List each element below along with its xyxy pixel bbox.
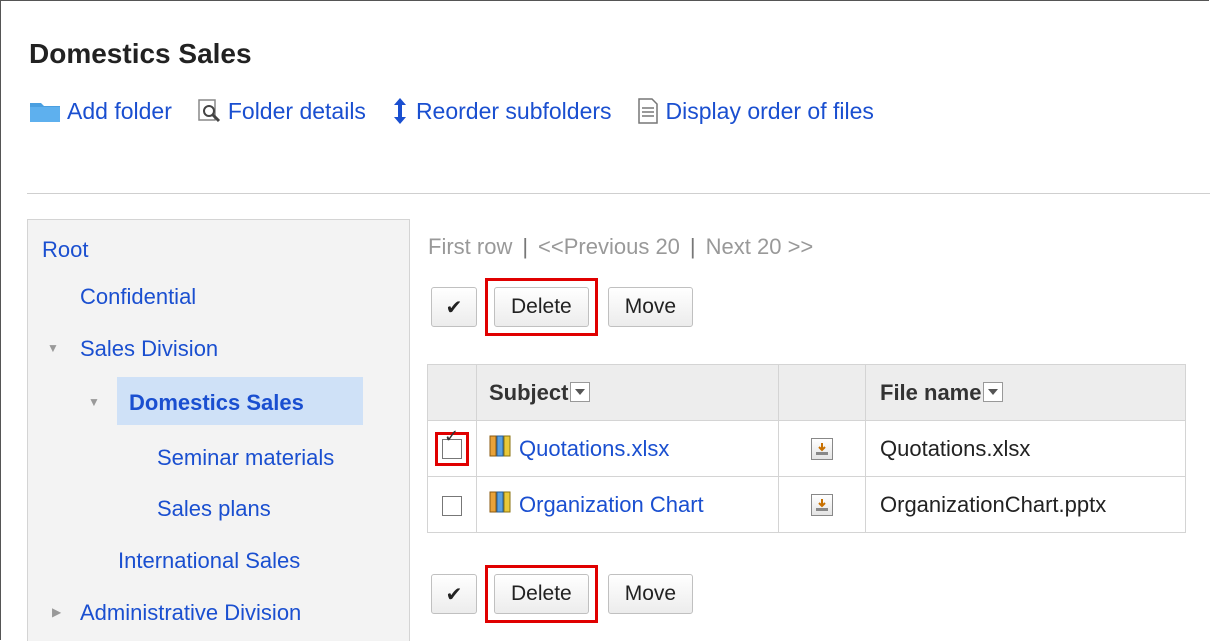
pager-separator: |	[689, 234, 696, 259]
download-icon[interactable]	[811, 493, 833, 516]
expand-down-icon[interactable]: ▼	[47, 341, 59, 355]
folder-icon	[29, 99, 61, 123]
tree-item-sales-division[interactable]: Sales Division	[80, 336, 218, 362]
row-check-cell	[427, 476, 477, 533]
expand-down-icon[interactable]: ▼	[88, 395, 100, 409]
check-all-button[interactable]: ✔	[431, 287, 477, 327]
row-download-cell	[778, 420, 866, 477]
display-order-files-label: Display order of files	[665, 97, 874, 124]
divider	[27, 193, 1210, 194]
header-check-cell	[427, 364, 477, 421]
pager-first: First row	[428, 234, 513, 259]
folder-tree	[27, 219, 410, 641]
header-download-cell	[778, 364, 866, 421]
add-folder-label: Add folder	[67, 97, 172, 124]
add-folder-link[interactable]: Add folder	[29, 98, 172, 125]
row-checkbox[interactable]	[442, 495, 462, 516]
row-subject-cell: Organization Chart	[476, 476, 779, 533]
action-bar: Add folder Folder details Reorder subfol…	[29, 93, 898, 129]
binder-icon	[489, 490, 513, 520]
delete-button[interactable]: Delete	[494, 574, 589, 614]
move-button[interactable]: Move	[607, 574, 694, 614]
table-row: Organization Chart OrganizationChart.ppt…	[427, 476, 1186, 533]
table-header-row: Subject File name	[427, 364, 1186, 421]
pager: First row | <<Previous 20 | Next 20 >>	[428, 234, 813, 260]
tree-item-administrative-division[interactable]: Administrative Division	[80, 600, 301, 626]
header-subject-label: Subject	[489, 379, 569, 405]
header-file-name[interactable]: File name	[865, 364, 1186, 421]
page-title: Domestics Sales	[29, 38, 252, 69]
file-link[interactable]: Quotations.xlsx	[489, 434, 669, 464]
pager-next: Next 20 >>	[705, 234, 814, 259]
header-file-name-label: File name	[880, 379, 982, 405]
display-order-files-link[interactable]: Display order of files	[636, 97, 874, 125]
expand-right-icon[interactable]: ▶	[52, 605, 61, 619]
folder-details-link[interactable]: Folder details	[196, 98, 366, 125]
delete-highlight: Delete	[485, 565, 598, 623]
delete-highlight: Delete	[485, 278, 598, 336]
files-table: Subject File name Quotations.xlsx Quotat…	[427, 364, 1186, 533]
delete-button[interactable]: Delete	[494, 287, 589, 327]
header-subject[interactable]: Subject	[476, 364, 779, 421]
magnifier-icon	[196, 98, 222, 124]
sort-dropdown-icon[interactable]	[570, 381, 591, 402]
row-checkbox[interactable]	[442, 438, 462, 459]
row-download-cell	[778, 476, 866, 533]
file-link[interactable]: Organization Chart	[489, 490, 704, 520]
download-icon[interactable]	[811, 437, 833, 460]
reorder-subfolders-link[interactable]: Reorder subfolders	[390, 97, 612, 125]
row-file-name: OrganizationChart.pptx	[865, 476, 1186, 533]
tree-item-seminar-materials[interactable]: Seminar materials	[157, 445, 334, 471]
sort-dropdown-icon[interactable]	[983, 381, 1004, 402]
file-subject: Quotations.xlsx	[519, 435, 670, 461]
tree-item-international-sales[interactable]: International Sales	[118, 548, 300, 574]
tree-item-sales-plans[interactable]: Sales plans	[157, 496, 271, 522]
updown-arrow-icon	[390, 97, 410, 125]
tree-item-domestics-sales[interactable]: Domestics Sales	[129, 390, 304, 416]
tree-item-confidential[interactable]: Confidential	[80, 284, 196, 310]
row-file-name: Quotations.xlsx	[865, 420, 1186, 477]
check-all-button[interactable]: ✔	[431, 574, 477, 614]
folder-details-label: Folder details	[227, 97, 366, 124]
file-subject: Organization Chart	[519, 491, 704, 517]
row-check-cell	[427, 420, 477, 477]
checkbox-highlight	[435, 431, 469, 466]
pager-previous: <<Previous 20	[538, 234, 680, 259]
top-action-bar: ✔ Delete Move	[431, 278, 694, 336]
row-subject-cell: Quotations.xlsx	[476, 420, 779, 477]
bottom-action-bar: ✔ Delete Move	[431, 565, 694, 623]
pager-separator: |	[522, 234, 529, 259]
move-button[interactable]: Move	[607, 287, 694, 327]
table-row: Quotations.xlsx Quotations.xlsx	[427, 420, 1186, 477]
document-icon	[636, 97, 660, 125]
reorder-subfolders-label: Reorder subfolders	[415, 97, 612, 124]
tree-item-root[interactable]: Root	[42, 237, 88, 263]
binder-icon	[489, 434, 513, 464]
